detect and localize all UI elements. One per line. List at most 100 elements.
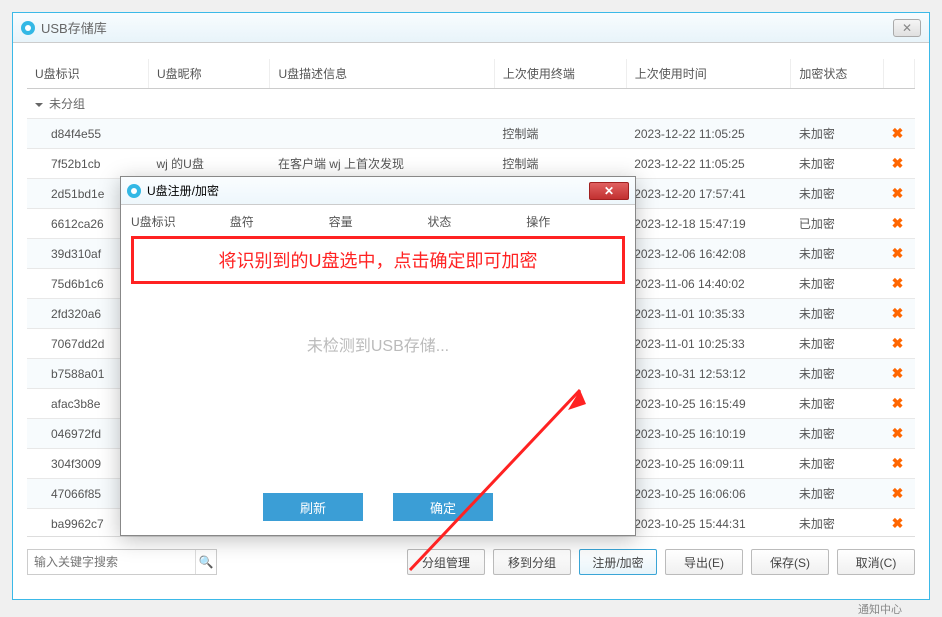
delete-icon[interactable]: ✖: [892, 395, 904, 411]
col-id[interactable]: U盘标识: [27, 59, 148, 89]
cell-id: d84f4e55: [27, 119, 148, 149]
delete-icon[interactable]: ✖: [892, 515, 904, 531]
window-close-button[interactable]: ✕: [893, 19, 921, 37]
cell-enc: 未加密: [791, 479, 884, 509]
refresh-button[interactable]: 刷新: [263, 493, 363, 521]
delete-icon[interactable]: ✖: [892, 155, 904, 171]
cell-delete[interactable]: ✖: [884, 509, 915, 538]
cell-enc: 未加密: [791, 149, 884, 179]
search-box: 🔍: [27, 549, 217, 575]
delete-icon[interactable]: ✖: [892, 185, 904, 201]
dcol-id: U盘标识: [131, 213, 230, 230]
export-button[interactable]: 导出(E): [665, 549, 743, 575]
cell-term: 控制端: [494, 149, 626, 179]
dialog-buttons: 刷新 确定: [121, 493, 635, 521]
cell-desc: [270, 119, 494, 149]
cell-delete[interactable]: ✖: [884, 119, 915, 149]
cell-delete[interactable]: ✖: [884, 269, 915, 299]
dialog-body: U盘标识 盘符 容量 状态 操作 将识别到的U盘选中，点击确定即可加密 未检测到…: [121, 205, 635, 356]
search-icon[interactable]: 🔍: [195, 550, 216, 574]
register-encrypt-button[interactable]: 注册/加密: [579, 549, 657, 575]
dcol-op: 操作: [526, 213, 625, 230]
col-nick[interactable]: U盘昵称: [148, 59, 269, 89]
delete-icon[interactable]: ✖: [892, 365, 904, 381]
cell-delete[interactable]: ✖: [884, 479, 915, 509]
cell-enc: 未加密: [791, 419, 884, 449]
cell-delete[interactable]: ✖: [884, 149, 915, 179]
cell-time: 2023-11-06 14:40:02: [626, 269, 791, 299]
delete-icon[interactable]: ✖: [892, 485, 904, 501]
cell-delete[interactable]: ✖: [884, 329, 915, 359]
empty-message: 未检测到USB存储...: [131, 332, 625, 356]
col-enc[interactable]: 加密状态: [791, 59, 884, 89]
col-desc[interactable]: U盘描述信息: [270, 59, 494, 89]
col-term[interactable]: 上次使用终端: [494, 59, 626, 89]
cell-nick: [148, 119, 269, 149]
register-encrypt-dialog: U盘注册/加密 ✕ U盘标识 盘符 容量 状态 操作 将识别到的U盘选中，点击确…: [120, 176, 636, 536]
cell-nick: wj 的U盘: [148, 149, 269, 179]
delete-icon[interactable]: ✖: [892, 245, 904, 261]
cell-delete[interactable]: ✖: [884, 299, 915, 329]
delete-icon[interactable]: ✖: [892, 335, 904, 351]
cell-enc: 未加密: [791, 449, 884, 479]
cell-time: 2023-12-22 11:05:25: [626, 149, 791, 179]
delete-icon[interactable]: ✖: [892, 215, 904, 231]
cell-time: 2023-10-25 16:06:06: [626, 479, 791, 509]
move-group-button[interactable]: 移到分组: [493, 549, 571, 575]
dialog-icon: [127, 184, 141, 198]
cell-delete[interactable]: ✖: [884, 359, 915, 389]
cell-delete[interactable]: ✖: [884, 449, 915, 479]
cancel-button[interactable]: 取消(C): [837, 549, 915, 575]
titlebar: USB存储库 ✕: [13, 13, 929, 43]
cell-delete[interactable]: ✖: [884, 239, 915, 269]
ok-button[interactable]: 确定: [393, 493, 493, 521]
cell-time: 2023-12-22 11:05:25: [626, 119, 791, 149]
delete-icon[interactable]: ✖: [892, 425, 904, 441]
cell-time: 2023-11-01 10:35:33: [626, 299, 791, 329]
delete-icon[interactable]: ✖: [892, 455, 904, 471]
cell-time: 2023-12-18 15:47:19: [626, 209, 791, 239]
cell-enc: 未加密: [791, 239, 884, 269]
dialog-titlebar: U盘注册/加密 ✕: [121, 177, 635, 205]
cell-time: 2023-10-25 16:10:19: [626, 419, 791, 449]
table-row[interactable]: d84f4e55控制端2023-12-22 11:05:25未加密✖: [27, 119, 915, 149]
delete-icon[interactable]: ✖: [892, 305, 904, 321]
cell-time: 2023-10-25 16:09:11: [626, 449, 791, 479]
cell-delete[interactable]: ✖: [884, 419, 915, 449]
group-row[interactable]: 未分组: [27, 89, 915, 119]
dialog-columns: U盘标识 盘符 容量 状态 操作: [131, 209, 625, 236]
delete-icon[interactable]: ✖: [892, 125, 904, 141]
group-manage-button[interactable]: 分组管理: [407, 549, 485, 575]
cell-term: 控制端: [494, 119, 626, 149]
save-button[interactable]: 保存(S): [751, 549, 829, 575]
search-input[interactable]: [28, 550, 195, 574]
cell-enc: 未加密: [791, 509, 884, 538]
dcol-cap: 容量: [329, 213, 428, 230]
cell-delete[interactable]: ✖: [884, 209, 915, 239]
dialog-close-button[interactable]: ✕: [589, 182, 629, 200]
footer-bar: 🔍 分组管理 移到分组 注册/加密 导出(E) 保存(S) 取消(C): [27, 537, 915, 575]
app-icon: [21, 21, 35, 35]
dialog-title: U盘注册/加密: [147, 182, 219, 199]
cell-time: 2023-10-31 12:53:12: [626, 359, 791, 389]
cell-time: 2023-12-20 17:57:41: [626, 179, 791, 209]
cell-desc: 在客户端 wj 上首次发现: [270, 149, 494, 179]
instruction-callout: 将识别到的U盘选中，点击确定即可加密: [131, 236, 625, 284]
cell-enc: 未加密: [791, 359, 884, 389]
cell-enc: 未加密: [791, 269, 884, 299]
cell-enc: 未加密: [791, 179, 884, 209]
delete-icon[interactable]: ✖: [892, 275, 904, 291]
cell-time: 2023-12-06 16:42:08: [626, 239, 791, 269]
cell-delete[interactable]: ✖: [884, 389, 915, 419]
col-action: [884, 59, 915, 89]
cell-time: 2023-11-01 10:25:33: [626, 329, 791, 359]
cell-enc: 未加密: [791, 329, 884, 359]
cell-enc: 已加密: [791, 209, 884, 239]
cell-enc: 未加密: [791, 389, 884, 419]
table-row[interactable]: 7f52b1cbwj 的U盘在客户端 wj 上首次发现控制端2023-12-22…: [27, 149, 915, 179]
cell-delete[interactable]: ✖: [884, 179, 915, 209]
dcol-drive: 盘符: [230, 213, 329, 230]
col-time[interactable]: 上次使用时间: [626, 59, 791, 89]
expand-icon: [35, 103, 43, 107]
group-label: 未分组: [49, 97, 85, 111]
